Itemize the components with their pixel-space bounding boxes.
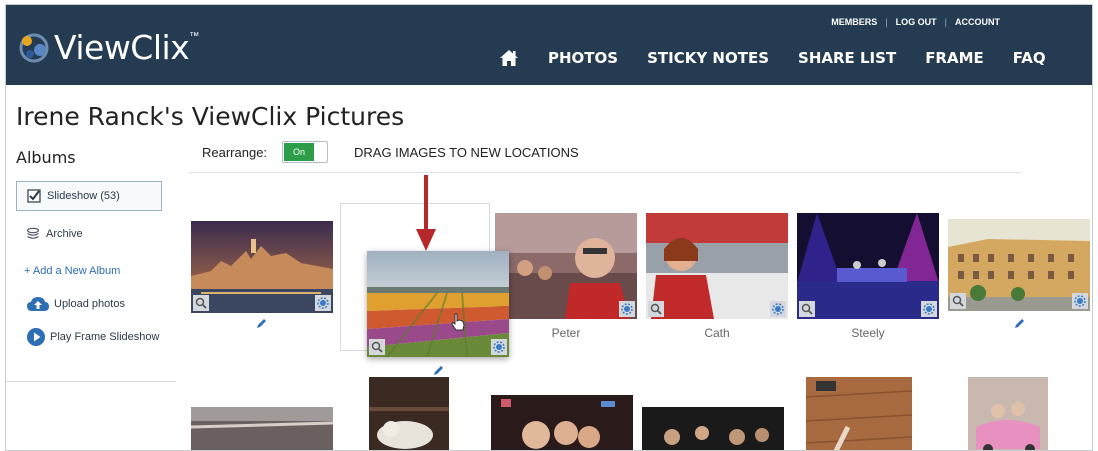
separator: |: [885, 17, 888, 27]
settings-button[interactable]: [491, 339, 507, 355]
checkbox-checked-icon: [27, 189, 41, 203]
settings-button[interactable]: [315, 295, 331, 311]
separator: |: [944, 17, 947, 27]
sidebar-divider: [6, 381, 176, 382]
brand-name: ViewClix: [54, 27, 190, 67]
albums-heading: Albums: [16, 148, 76, 167]
photo-image: [797, 213, 939, 319]
trademark: ™: [189, 31, 200, 42]
edit-pencil-icon[interactable]: [255, 318, 267, 330]
zoom-icon: [801, 303, 813, 315]
album-archive[interactable]: Archive: [16, 219, 162, 249]
settings-button[interactable]: [770, 301, 786, 317]
app-window: ViewClix ™ MEMBERS | LOG OUT | ACCOUNT P…: [5, 4, 1093, 451]
main-nav: PHOTOS STICKY NOTES SHARE LIST FRAME FAQ: [499, 49, 1075, 67]
zoom-button[interactable]: [193, 295, 209, 311]
logout-link[interactable]: LOG OUT: [896, 17, 937, 27]
upload-photos-button[interactable]: Upload photos: [16, 295, 162, 313]
toolbar-divider: [189, 172, 1021, 173]
album-label: Slideshow (53): [47, 190, 120, 202]
photo-image: [369, 377, 449, 450]
logo-mark-icon: [19, 33, 49, 63]
photo-image: [646, 213, 788, 319]
photo-image: [495, 213, 637, 319]
photo-thumb-group[interactable]: [642, 407, 784, 450]
stack-icon: [26, 227, 40, 239]
zoom-button[interactable]: [799, 301, 815, 317]
utility-links: MEMBERS | LOG OUT | ACCOUNT: [831, 17, 1000, 27]
brand-logo[interactable]: ViewClix ™: [18, 27, 199, 67]
photo-thumb-prague[interactable]: [191, 221, 333, 313]
photo-image: [491, 395, 633, 450]
cloud-upload-icon: [27, 297, 49, 311]
rearrange-toggle[interactable]: On: [282, 141, 328, 163]
photo-image: [191, 221, 333, 313]
play-slideshow-label: Play Frame Slideshow: [50, 331, 160, 343]
gear-icon: [493, 341, 505, 353]
play-circle-icon: [27, 328, 45, 346]
edit-pencil-icon[interactable]: [432, 365, 444, 377]
dragged-photo-tulips[interactable]: [367, 251, 509, 357]
zoom-button[interactable]: [369, 339, 385, 355]
photo-thumb-family-selfie[interactable]: [491, 395, 633, 450]
photo-image: [968, 377, 1048, 450]
zoom-icon: [195, 297, 207, 309]
page-title: Irene Ranck's ViewClix Pictures: [16, 102, 405, 131]
members-link[interactable]: MEMBERS: [831, 17, 877, 27]
photo-image: [191, 407, 333, 450]
zoom-icon: [650, 303, 662, 315]
top-navbar: ViewClix ™ MEMBERS | LOG OUT | ACCOUNT P…: [6, 5, 1092, 85]
nav-sticky-notes[interactable]: STICKY NOTES: [647, 49, 769, 67]
zoom-button[interactable]: [950, 293, 966, 309]
account-link[interactable]: ACCOUNT: [955, 17, 1000, 27]
photo-thumb-floor[interactable]: [806, 377, 912, 450]
settings-button[interactable]: [619, 301, 635, 317]
toggle-on-state: On: [284, 143, 314, 161]
photo-thumb-kids-car[interactable]: [968, 377, 1048, 450]
photo-image: [367, 251, 509, 357]
drag-hint: DRAG IMAGES TO NEW LOCATIONS: [354, 145, 579, 160]
add-album-link[interactable]: + Add a New Album: [16, 261, 162, 281]
album-label: Archive: [46, 228, 83, 240]
settings-button[interactable]: [1072, 293, 1088, 309]
photo-thumb-hotel[interactable]: [948, 219, 1090, 311]
photo-caption: Cath: [704, 326, 730, 340]
gear-icon: [1074, 295, 1086, 307]
photo-thumb-stadium[interactable]: [191, 407, 333, 450]
gear-icon: [317, 297, 329, 309]
photo-caption: Peter: [551, 326, 581, 340]
annotation-arrow-icon: [416, 175, 436, 251]
zoom-icon: [952, 295, 964, 307]
rearrange-label: Rearrange:: [202, 145, 268, 160]
settings-button[interactable]: [921, 301, 937, 317]
photo-image: [642, 407, 784, 450]
photo-thumb-dog[interactable]: [369, 377, 449, 450]
upload-photos-label: Upload photos: [54, 298, 125, 310]
play-frame-slideshow-button[interactable]: Play Frame Slideshow: [16, 327, 162, 347]
photo-thumb-peter[interactable]: [495, 213, 637, 319]
album-slideshow[interactable]: Slideshow (53): [16, 181, 162, 211]
photo-image: [806, 377, 912, 450]
edit-pencil-icon[interactable]: [1013, 318, 1025, 330]
nav-faq[interactable]: FAQ: [1013, 49, 1046, 67]
photo-thumb-steely[interactable]: [797, 213, 939, 319]
photo-image: [948, 219, 1090, 311]
sidebar: Slideshow (53) Archive + Add a New Album…: [16, 181, 162, 347]
photo-caption: Steely: [851, 326, 885, 340]
gear-icon: [923, 303, 935, 315]
home-icon[interactable]: [499, 49, 519, 67]
zoom-button[interactable]: [648, 301, 664, 317]
hand-cursor-icon: [451, 313, 465, 331]
zoom-icon: [371, 341, 383, 353]
nav-frame[interactable]: FRAME: [925, 49, 984, 67]
gear-icon: [772, 303, 784, 315]
photo-thumb-cath[interactable]: [646, 213, 788, 319]
gear-icon: [621, 303, 633, 315]
nav-photos[interactable]: PHOTOS: [548, 49, 618, 67]
nav-share-list[interactable]: SHARE LIST: [798, 49, 896, 67]
